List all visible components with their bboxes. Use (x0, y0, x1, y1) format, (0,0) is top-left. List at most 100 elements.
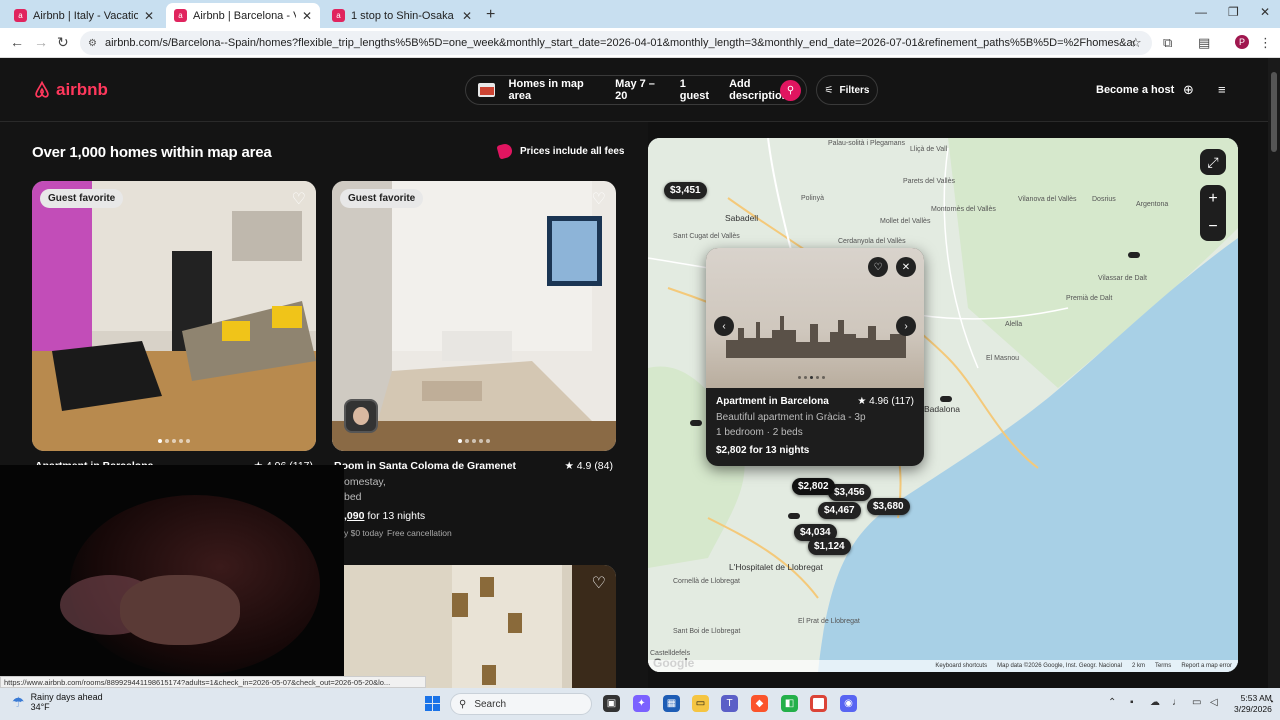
browser-tab-barcelona[interactable]: a Airbnb | Barcelona - Vacation Rentals … (166, 3, 320, 28)
forward-icon[interactable]: → (34, 34, 48, 50)
network-icon[interactable]: ▭ (1192, 697, 1201, 708)
popup-photo-dots (798, 376, 825, 379)
keyboard-shortcuts-link[interactable]: Keyboard shortcuts (935, 663, 987, 669)
map-scale[interactable]: 2 km (1132, 663, 1145, 669)
browser-tab-osaka[interactable]: a 1 stop to Shin-Osaka Station, Japan ✕ (324, 3, 480, 28)
teams-icon[interactable]: T (721, 695, 738, 712)
listing-card[interactable]: Guest favorite ♡ Room in Santa Coloma de… (332, 181, 616, 601)
map-price-pin[interactable]: $3,451 (664, 182, 707, 199)
map-marker[interactable] (1128, 252, 1140, 258)
listing-photo[interactable]: Guest favorite ♡ (332, 181, 616, 451)
store-icon[interactable]: ▦ (663, 695, 680, 712)
tray-app-icon[interactable]: ▪ (1130, 697, 1134, 708)
bookmark-star-icon[interactable]: ☆ (1130, 35, 1142, 51)
minimize-icon[interactable]: — (1195, 5, 1207, 19)
filters-button[interactable]: ⚟ Filters (816, 75, 878, 105)
file-explorer-icon[interactable]: ▭ (692, 695, 709, 712)
tab-close-icon[interactable]: ✕ (302, 9, 312, 23)
homes-icon (478, 83, 495, 97)
search-guests[interactable]: 1 guest (680, 78, 715, 102)
task-view-icon[interactable]: ▣ (603, 695, 620, 712)
tray-chevron-icon[interactable]: ⌃ (1108, 697, 1116, 708)
map-marker[interactable] (940, 396, 952, 402)
map-listing-popup[interactable]: ‹ › ♡ ✕ Apartment in Barcelona ★ 4.96 (1… (706, 248, 924, 466)
notifications-icon[interactable]: ◔ (1268, 697, 1274, 708)
heart-icon[interactable]: ♡ (592, 573, 606, 593)
airbnb-favicon-icon: a (332, 9, 345, 22)
listing-card[interactable]: ♡ (332, 565, 616, 688)
guest-favorite-badge: Guest favorite (340, 189, 424, 208)
site-info-icon[interactable]: ⚙ (88, 38, 97, 49)
map-price-pin[interactable]: $1,124 (808, 538, 851, 555)
url-field[interactable]: ⚙ airbnb.com/s/Barcelona--Spain/homes?fl… (80, 31, 1152, 55)
extensions-icon[interactable]: ⧉ (1163, 35, 1172, 51)
start-button[interactable] (425, 696, 440, 711)
back-icon[interactable]: ← (10, 34, 24, 50)
tray-cloud-icon[interactable]: ☁ (1150, 697, 1160, 708)
microphone-icon[interactable]: ♩ (1172, 697, 1182, 708)
tab-close-icon[interactable]: ✕ (144, 9, 154, 23)
map-label: Badalona (924, 404, 960, 414)
profile-avatar[interactable]: P (1235, 35, 1249, 49)
taskbar-search[interactable]: ⚲ Search (450, 693, 592, 715)
hallway-photo (332, 565, 616, 688)
weather-widget[interactable]: ☂ Rainy days ahead 34°F (12, 692, 103, 712)
browser-tab-italy[interactable]: a Airbnb | Italy - Vacation Rentals ✕ (6, 3, 162, 28)
fees-toggle[interactable]: Prices include all fees (496, 142, 625, 160)
map-label: Montornès del Vallès (931, 206, 996, 213)
map-label: Dosrius (1092, 196, 1116, 203)
scrollbar-thumb[interactable] (1271, 72, 1277, 152)
map-label: Cornellà de Llobregat (673, 578, 740, 585)
map-panel[interactable]: Palau-solità i Plegamans Lliçà de Vall S… (648, 138, 1238, 672)
listing-photo[interactable]: Guest favorite ♡ (32, 181, 316, 451)
popup-heart-icon[interactable]: ♡ (868, 257, 888, 277)
browser-menu-icon[interactable]: ⋮ (1259, 35, 1272, 51)
popup-close-icon[interactable]: ✕ (896, 257, 916, 277)
app-icon[interactable]: ◧ (781, 695, 798, 712)
chrome-icon[interactable] (810, 695, 827, 712)
map-label: El Prat de Llobregat (798, 618, 860, 625)
listing-card[interactable]: Guest favorite ♡ Apartment in Barcelona … (32, 181, 316, 472)
new-tab-button[interactable]: + (486, 6, 495, 24)
search-dates[interactable]: May 7 – 20 (615, 78, 666, 102)
terms-link[interactable]: Terms (1155, 663, 1171, 669)
reload-icon[interactable]: ↻ (57, 34, 69, 51)
map-marker[interactable] (690, 420, 702, 426)
airbnb-logo[interactable]: airbnb (32, 80, 108, 100)
expand-map-icon[interactable]: ⤢ (1200, 149, 1226, 175)
popup-price: $2,802 for 13 nights (716, 445, 810, 456)
zoom-out-button[interactable]: − (1200, 213, 1226, 241)
map-price-pin[interactable]: $3,680 (867, 498, 910, 515)
globe-icon[interactable]: ⊕ (1183, 82, 1194, 98)
close-window-icon[interactable]: ✕ (1260, 5, 1270, 19)
taskbar-clock[interactable]: 5:53 AM 3/29/2026 (1234, 693, 1272, 715)
tab-close-icon[interactable]: ✕ (462, 9, 472, 23)
price-amount[interactable]: ,090 (344, 510, 364, 522)
map-price-pin[interactable]: $4,467 (818, 502, 861, 519)
become-host-link[interactable]: Become a host (1096, 84, 1174, 96)
chevron-right-icon[interactable]: › (896, 316, 916, 336)
logo-text: airbnb (56, 80, 108, 99)
popup-photo[interactable]: ‹ › ♡ ✕ (706, 248, 924, 388)
maximize-icon[interactable]: ❐ (1228, 5, 1239, 19)
copilot-icon[interactable]: ✦ (633, 695, 650, 712)
side-panel-icon[interactable]: ▤ (1198, 35, 1210, 51)
fees-note-label: Prices include all fees (520, 145, 625, 157)
discord-icon[interactable]: ◉ (840, 695, 857, 712)
chevron-left-icon[interactable]: ‹ (714, 316, 734, 336)
airbnb-favicon-icon: a (14, 9, 27, 22)
search-bar[interactable]: Homes in map area May 7 – 20 1 guest Add… (465, 75, 807, 105)
zoom-in-button[interactable]: + (1200, 185, 1226, 213)
page-scrollbar[interactable] (1268, 58, 1280, 688)
volume-icon[interactable]: ◁ (1210, 697, 1218, 708)
map-price-pin-selected[interactable]: $2,802 (792, 478, 835, 495)
heart-icon[interactable]: ♡ (292, 189, 306, 209)
hamburger-menu-icon[interactable]: ≡ (1218, 82, 1226, 97)
search-location[interactable]: Homes in map area (509, 78, 602, 102)
brave-icon[interactable]: ◆ (751, 695, 768, 712)
map-marker[interactable] (788, 513, 800, 519)
listing-photo[interactable]: ♡ (332, 565, 616, 688)
search-button[interactable]: ⚲ (780, 80, 801, 101)
report-map-error-link[interactable]: Report a map error (1181, 663, 1232, 669)
heart-icon[interactable]: ♡ (592, 189, 606, 209)
